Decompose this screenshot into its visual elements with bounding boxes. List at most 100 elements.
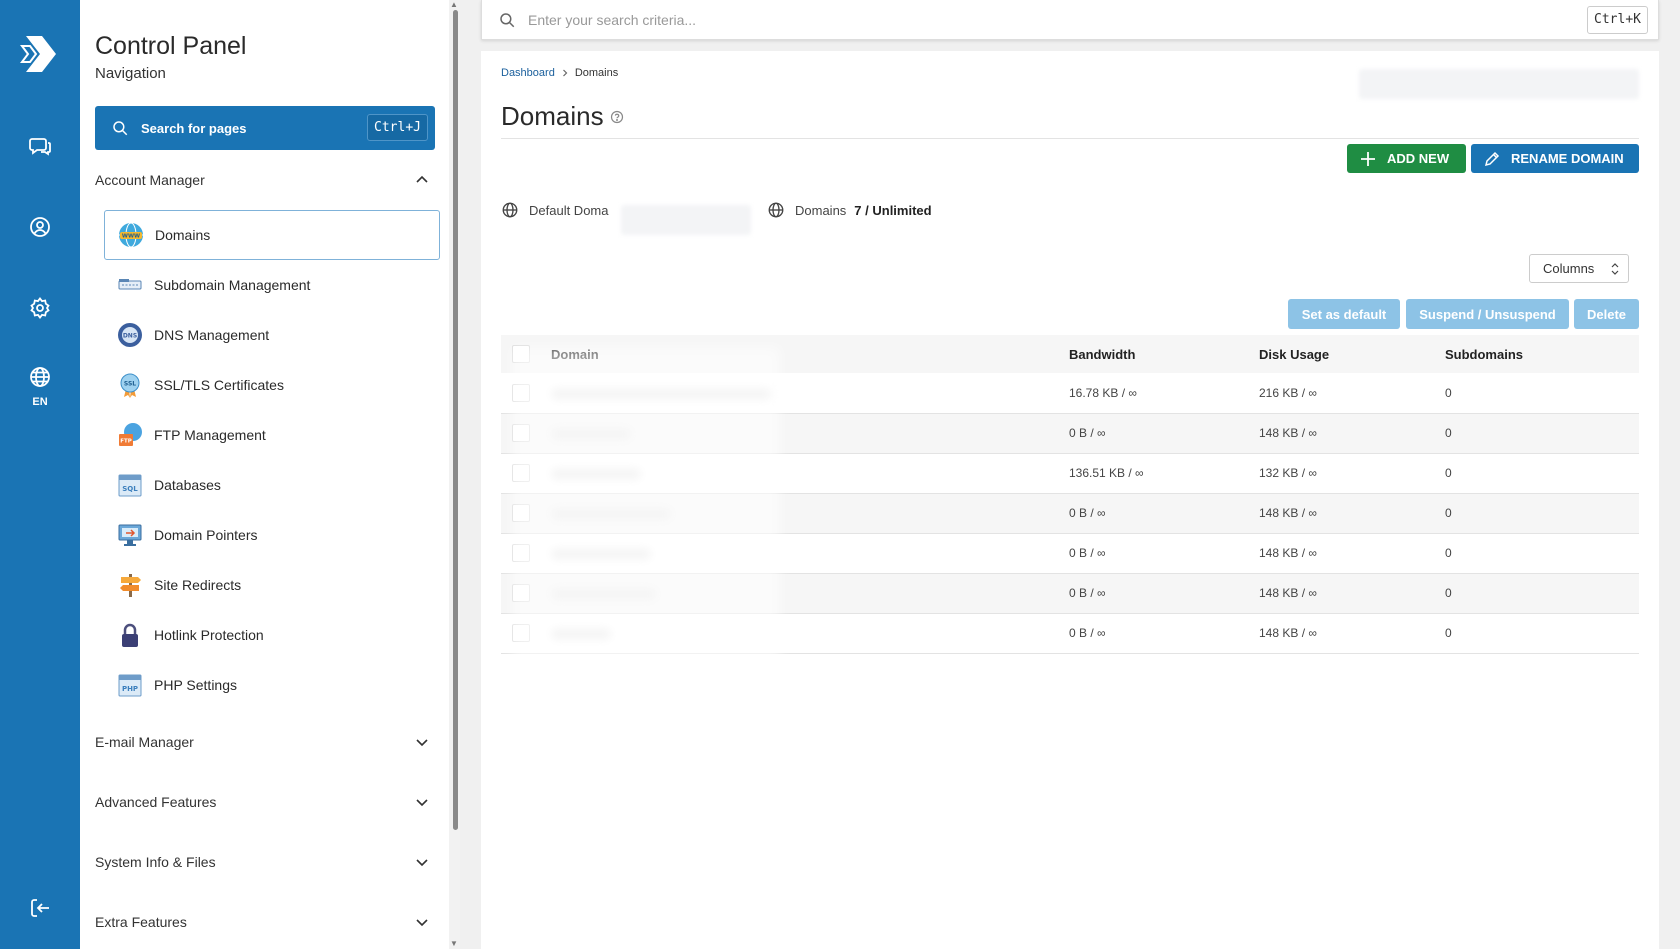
row-checkbox[interactable]: [512, 544, 530, 562]
rename-domain-button[interactable]: RENAME DOMAIN: [1471, 144, 1639, 173]
sidebar-item-ssl-tls-certificates[interactable]: SSL SSL/TLS Certificates: [104, 360, 440, 410]
logout-icon[interactable]: [22, 890, 58, 926]
header-disk-usage[interactable]: Disk Usage: [1259, 335, 1445, 373]
row-checkbox[interactable]: [512, 624, 530, 642]
svg-text:FTP: FTP: [120, 439, 132, 445]
delete-button[interactable]: Delete: [1574, 299, 1639, 329]
disk-usage-cell: 148 KB / ∞: [1259, 506, 1317, 520]
select-all-checkbox[interactable]: [512, 345, 530, 363]
language-label[interactable]: EN: [0, 396, 80, 408]
sidebar-item-ftp-management[interactable]: FTP FTP Management: [104, 410, 440, 460]
row-checkbox[interactable]: [512, 383, 530, 402]
sidebar-item-label: Hotlink Protection: [154, 627, 264, 643]
table-row[interactable]: 0 B / ∞ 148 KB / ∞ 0: [501, 613, 1639, 653]
section-label: Account Manager: [95, 172, 205, 188]
global-search-shortcut: Ctrl+K: [1587, 6, 1648, 34]
logo-icon[interactable]: [20, 32, 60, 76]
nav-scrollbar-thumb[interactable]: [453, 10, 458, 830]
user-icon[interactable]: [22, 209, 58, 245]
domain-name-redacted[interactable]: [551, 427, 631, 440]
domain-name-redacted[interactable]: [551, 627, 611, 640]
svg-text:PHP: PHP: [122, 685, 138, 693]
table-row[interactable]: 0 B / ∞ 148 KB / ∞ 0: [501, 413, 1639, 453]
sidebar-item-hotlink-protection[interactable]: Hotlink Protection: [104, 610, 440, 660]
columns-label: Columns: [1543, 261, 1595, 276]
domains-count-value: 7 / Unlimited: [854, 202, 932, 218]
row-checkbox[interactable]: [512, 584, 530, 602]
breadcrumb-current: Domains: [574, 67, 619, 79]
section-email-manager[interactable]: E-mail Manager: [95, 726, 430, 758]
plus-icon: [1361, 151, 1375, 166]
domain-name-redacted[interactable]: [551, 547, 651, 560]
search-pages-button[interactable]: Search for pages Ctrl+J: [95, 106, 435, 150]
sidebar-item-databases[interactable]: SQL Databases: [104, 460, 440, 510]
header-domain[interactable]: Domain: [551, 335, 1069, 373]
header-subdomains[interactable]: Subdomains: [1445, 335, 1639, 373]
header-bandwidth[interactable]: Bandwidth: [1069, 335, 1259, 373]
table-row[interactable]: 136.51 KB / ∞ 132 KB / ∞ 0: [501, 453, 1639, 493]
table-header-row: Domain Bandwidth Disk Usage Subdomains: [501, 335, 1639, 373]
globe-icon[interactable]: [22, 359, 58, 395]
disk-usage-cell: 216 KB / ∞: [1259, 385, 1317, 400]
php-icon: PHP: [116, 671, 144, 699]
icon-rail: EN: [0, 0, 80, 949]
scroll-up-arrow-icon[interactable]: ▲: [450, 1, 458, 9]
sidebar-item-dns-management[interactable]: DNS DNS Management: [104, 310, 440, 360]
sidebar-item-label: FTP Management: [154, 427, 266, 443]
add-new-button[interactable]: ADD NEW: [1347, 144, 1466, 173]
table-row[interactable]: 0 B / ∞ 148 KB / ∞ 0: [501, 573, 1639, 613]
bandwidth-cell: 0 B / ∞: [1069, 546, 1106, 560]
section-system-info-files[interactable]: System Info & Files: [95, 846, 430, 878]
gear-icon[interactable]: [22, 290, 58, 326]
signpost-icon: [116, 571, 144, 599]
help-icon[interactable]: [610, 110, 624, 124]
sidebar-item-label: PHP Settings: [154, 677, 238, 693]
section-account-manager[interactable]: Account Manager: [95, 164, 430, 196]
row-checkbox[interactable]: [512, 424, 530, 442]
subdomains-cell: 0: [1445, 546, 1452, 560]
sidebar-item-subdomain-management[interactable]: Subdomain Management: [104, 260, 440, 310]
table-row[interactable]: 0 B / ∞ 148 KB / ∞ 0: [501, 533, 1639, 573]
chevron-down-icon: [416, 919, 428, 927]
sidebar-item-domains[interactable]: WWW Domains: [104, 210, 440, 260]
search-icon: [500, 12, 515, 27]
set-default-button[interactable]: Set as default: [1288, 299, 1400, 329]
scroll-down-arrow-icon[interactable]: ▼: [450, 940, 458, 948]
columns-select[interactable]: Columns: [1529, 254, 1629, 283]
domain-name-redacted[interactable]: [551, 387, 771, 400]
table-row[interactable]: 16.78 KB / ∞ 216 KB / ∞ 0: [501, 373, 1639, 413]
add-new-label: ADD NEW: [1387, 151, 1450, 166]
sidebar-item-label: Subdomain Management: [154, 277, 311, 293]
domain-name-redacted[interactable]: [551, 587, 656, 600]
suspend-button[interactable]: Suspend / Unsuspend: [1406, 299, 1569, 329]
disk-usage-cell: 132 KB / ∞: [1259, 466, 1317, 480]
sidebar-item-label: DNS Management: [154, 327, 270, 343]
table-row[interactable]: 0 B / ∞ 148 KB / ∞ 0: [501, 493, 1639, 533]
global-search-input[interactable]: [528, 11, 1528, 28]
row-checkbox[interactable]: [512, 464, 530, 482]
domain-name-redacted[interactable]: [551, 467, 641, 480]
sidebar-item-php-settings[interactable]: PHP PHP Settings: [104, 660, 440, 710]
svg-text:SSL: SSL: [124, 381, 136, 388]
domain-name-redacted[interactable]: [551, 507, 671, 520]
globe-icon: [768, 202, 784, 218]
subdomains-cell: 0: [1445, 385, 1452, 400]
row-checkbox[interactable]: [512, 504, 530, 522]
subdomains-cell: 0: [1445, 426, 1452, 440]
ftp-icon: FTP: [116, 421, 144, 449]
bandwidth-cell: 0 B / ∞: [1069, 506, 1106, 520]
sidebar-item-site-redirects[interactable]: Site Redirects: [104, 560, 440, 610]
section-extra-features[interactable]: Extra Features: [95, 906, 430, 938]
breadcrumb-dashboard[interactable]: Dashboard: [501, 67, 555, 79]
bandwidth-cell: 0 B / ∞: [1069, 426, 1106, 440]
section-advanced-features[interactable]: Advanced Features: [95, 786, 430, 818]
svg-text:WWW: WWW: [122, 234, 140, 240]
sidebar-item-label: Site Redirects: [154, 577, 242, 593]
chevron-down-icon: [416, 859, 428, 867]
sidebar-item-domain-pointers[interactable]: Domain Pointers: [104, 510, 440, 560]
globe-icon: [502, 202, 518, 218]
section-label: Extra Features: [95, 914, 187, 930]
sidebar-item-label: Domain Pointers: [154, 527, 258, 543]
chat-icon[interactable]: [22, 128, 58, 164]
pencil-icon: [1484, 151, 1500, 166]
